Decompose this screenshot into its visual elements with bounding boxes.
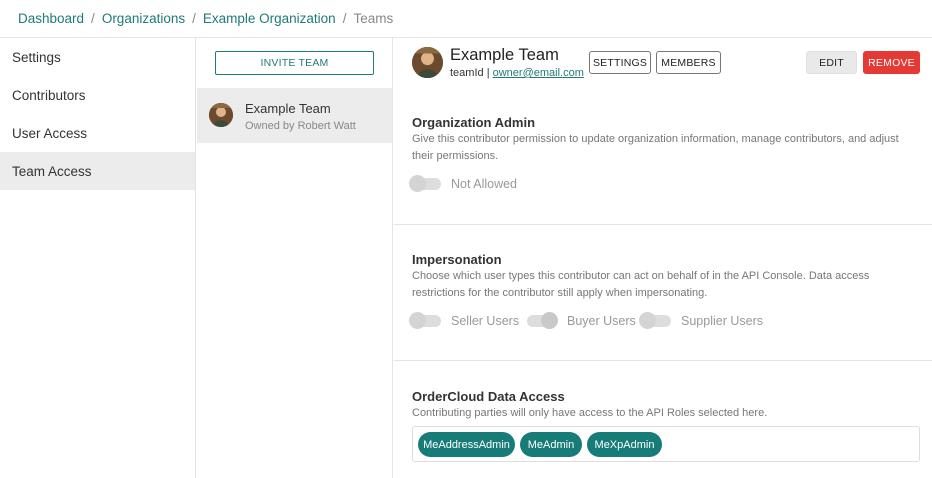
section-divider xyxy=(394,224,932,225)
detail-avatar-icon xyxy=(412,47,443,78)
toggle-track xyxy=(409,175,441,192)
impersonation-title: Impersonation xyxy=(412,252,502,267)
breadcrumb: Dashboard / Organizations / Example Orga… xyxy=(18,0,393,37)
toggle-knob xyxy=(409,175,426,192)
data-access-description: Contributing parties will only have acce… xyxy=(412,407,768,419)
seller-users-label: Seller Users xyxy=(451,314,520,328)
toggle-track xyxy=(639,312,671,329)
sidebar-item-team-access[interactable]: Team Access xyxy=(0,152,195,190)
breadcrumb-separator: / xyxy=(192,11,196,26)
owner-email-link[interactable]: owner@email.com xyxy=(493,67,584,79)
sidebar: Settings Contributors User Access Team A… xyxy=(0,38,196,478)
data-access-title: OrderCloud Data Access xyxy=(412,389,565,404)
settings-button[interactable]: SETTINGS xyxy=(589,51,651,74)
remove-button[interactable]: REMOVE xyxy=(863,51,920,74)
team-owner: Owned by Robert Watt xyxy=(245,120,356,132)
breadcrumb-separator: / xyxy=(342,11,347,26)
members-button[interactable]: MEMBERS xyxy=(656,51,721,74)
toggle-knob xyxy=(639,312,656,329)
invite-team-button[interactable]: INVITE TEAM xyxy=(215,51,374,75)
toggle-knob xyxy=(541,312,558,329)
toggle-track xyxy=(409,312,441,329)
team-id: teamId xyxy=(450,67,484,79)
seller-users-toggle[interactable]: Seller Users xyxy=(409,312,520,329)
api-roles-box[interactable]: MeAddressAdmin MeAdmin MeXpAdmin xyxy=(412,426,920,462)
detail-title: Example Team xyxy=(450,46,559,64)
teams-panel: INVITE TEAM Example Team Owned by Robert… xyxy=(197,38,393,478)
buyer-users-toggle[interactable]: Buyer Users xyxy=(527,312,636,329)
org-admin-title: Organization Admin xyxy=(412,115,536,130)
breadcrumb-current: Teams xyxy=(353,11,394,26)
role-chip[interactable]: MeAdmin xyxy=(520,432,582,457)
supplier-users-label: Supplier Users xyxy=(681,314,763,328)
section-divider xyxy=(394,360,932,361)
toggle-track xyxy=(527,312,558,329)
team-list-item[interactable]: Example Team Owned by Robert Watt xyxy=(197,88,392,143)
sidebar-item-user-access[interactable]: User Access xyxy=(0,114,195,152)
sidebar-item-contributors[interactable]: Contributors xyxy=(0,76,195,114)
detail-subtitle: teamId | owner@email.com xyxy=(450,67,584,79)
breadcrumb-example-organization[interactable]: Example Organization xyxy=(203,11,336,26)
edit-button[interactable]: EDIT xyxy=(806,51,857,74)
org-admin-toggle-label: Not Allowed xyxy=(451,177,518,191)
team-detail: Example Team teamId | owner@email.com SE… xyxy=(394,38,932,478)
team-name: Example Team xyxy=(245,101,331,116)
role-chip[interactable]: MeAddressAdmin xyxy=(418,432,515,457)
supplier-users-toggle[interactable]: Supplier Users xyxy=(639,312,763,329)
org-admin-description: Give this contributor permission to upda… xyxy=(412,133,899,162)
breadcrumb-dashboard[interactable]: Dashboard xyxy=(18,11,84,26)
breadcrumb-organizations[interactable]: Organizations xyxy=(102,11,185,26)
org-admin-toggle[interactable]: Not Allowed xyxy=(409,175,518,192)
role-chip[interactable]: MeXpAdmin xyxy=(587,432,662,457)
sidebar-item-settings[interactable]: Settings xyxy=(0,38,195,76)
impersonation-description: Choose which user types this contributor… xyxy=(412,270,870,299)
toggle-knob xyxy=(409,312,426,329)
team-avatar-icon xyxy=(209,103,233,127)
breadcrumb-separator: / xyxy=(91,11,95,26)
buyer-users-label: Buyer Users xyxy=(567,314,636,328)
